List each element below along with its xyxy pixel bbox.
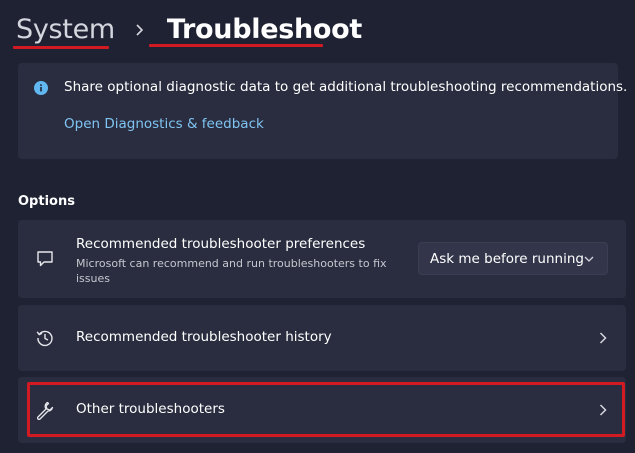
- chevron-right-icon: [596, 403, 610, 417]
- options-heading: Options: [18, 194, 75, 209]
- settings-page: System Troubleshoot Share optional diagn…: [0, 0, 635, 453]
- chevron-right-icon: [133, 23, 147, 37]
- breadcrumb-system[interactable]: System: [16, 12, 115, 48]
- troubleshooter-history-card[interactable]: Recommended troubleshooter history: [18, 305, 626, 371]
- troubleshooter-preferences-card: Recommended troubleshooter preferences M…: [18, 220, 626, 298]
- other-troubleshooters-card[interactable]: Other troubleshooters: [18, 377, 626, 443]
- diagnostics-info-card: Share optional diagnostic data to get ad…: [18, 63, 627, 159]
- history-icon: [34, 327, 56, 349]
- info-message: Share optional diagnostic data to get ad…: [64, 79, 628, 95]
- open-diagnostics-link[interactable]: Open Diagnostics & feedback: [64, 116, 264, 132]
- preferences-description: Microsoft can recommend and run troubles…: [76, 257, 387, 285]
- annotation-underline-troubleshoot: [149, 44, 323, 47]
- wrench-icon: [34, 399, 56, 421]
- chevron-down-icon: [583, 253, 595, 265]
- dropdown-selected-value: Ask me before running: [430, 250, 584, 267]
- preferences-dropdown[interactable]: Ask me before running: [418, 242, 608, 275]
- preferences-title: Recommended troubleshooter preferences: [76, 236, 366, 252]
- annotation-underline-system: [13, 46, 109, 49]
- chevron-right-icon: [596, 331, 610, 345]
- other-troubleshooters-title: Other troubleshooters: [76, 401, 225, 417]
- page-title: Troubleshoot: [166, 14, 363, 45]
- chat-icon: [34, 248, 56, 270]
- info-icon: [34, 81, 48, 95]
- history-title: Recommended troubleshooter history: [76, 329, 332, 345]
